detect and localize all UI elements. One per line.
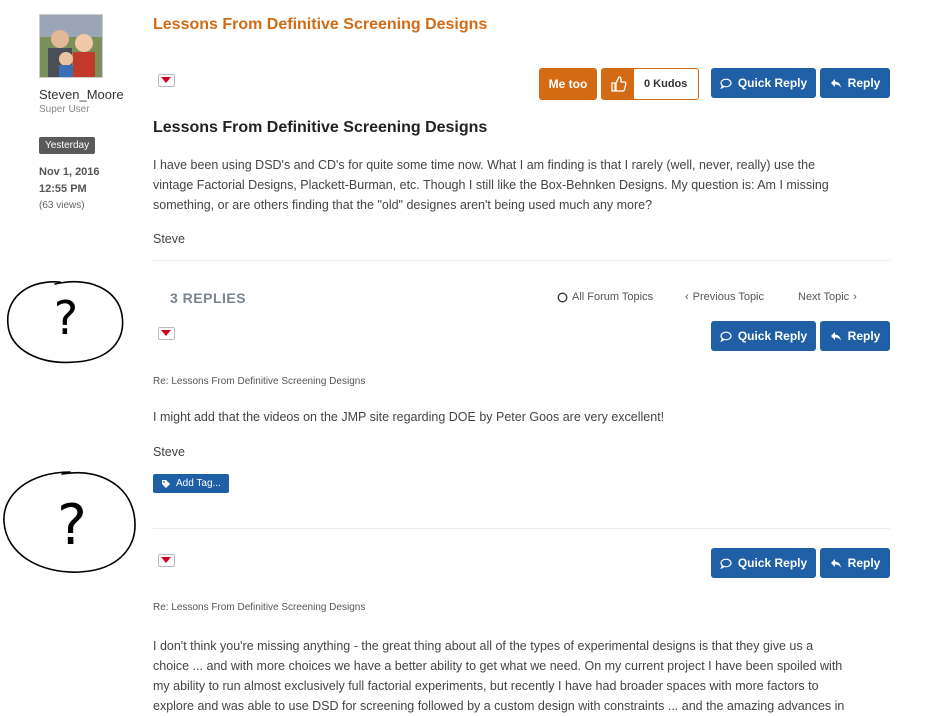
- me-too-button[interactable]: Me too: [539, 68, 597, 100]
- replies-count: 3 REPLIES: [170, 290, 247, 306]
- reply-button[interactable]: Reply: [820, 68, 890, 98]
- post-time: 12:55 PM: [39, 183, 87, 195]
- reply-arrow-icon: [830, 331, 841, 341]
- reply1-quick-reply-button[interactable]: Quick Reply: [711, 321, 816, 351]
- chat-bubble-icon: [720, 558, 732, 569]
- reply1-subject[interactable]: Re: Lessons From Definitive Screening De…: [153, 376, 365, 387]
- reply2-body: I don't think you're missing anything - …: [153, 636, 913, 716]
- divider: [153, 528, 890, 529]
- reply2-body-line: explore and was able to use DSD for scre…: [153, 699, 845, 713]
- quick-reply-label: Quick Reply: [737, 76, 808, 90]
- reply2-subject[interactable]: Re: Lessons From Definitive Screening De…: [153, 602, 365, 613]
- reply-arrow-icon: [830, 558, 841, 568]
- caret-down-icon: [161, 330, 171, 336]
- reply-arrow-icon: [830, 78, 841, 88]
- reply-label: Reply: [847, 556, 881, 570]
- reply1-options-menu[interactable]: [158, 327, 175, 340]
- author-username[interactable]: Steven_Moore: [39, 87, 124, 102]
- caret-down-icon: [161, 557, 171, 563]
- all-forum-topics-label: All Forum Topics: [572, 291, 654, 303]
- add-tag-label: Add Tag...: [176, 478, 221, 489]
- add-tag-button[interactable]: Add Tag...: [153, 474, 229, 493]
- post-signature: Steve: [153, 232, 185, 246]
- reply2-body-line: I don't think you're missing anything - …: [153, 639, 814, 653]
- question-mark-annotation-2: ?: [3, 471, 136, 573]
- post-body-line: vintage Factorial Designs, Plackett-Burm…: [153, 178, 829, 192]
- reply2-reply-button[interactable]: Reply: [820, 548, 890, 578]
- post-body: I have been using DSD's and CD's for qui…: [153, 155, 893, 215]
- all-forum-topics-link[interactable]: All Forum Topics: [557, 291, 653, 303]
- post-date: Nov 1, 2016: [39, 166, 100, 178]
- question-mark-glyph: ?: [57, 493, 87, 558]
- reply2-quick-reply-button[interactable]: Quick Reply: [711, 548, 816, 578]
- post-body-line: something, or are others finding that th…: [153, 198, 653, 212]
- date-badge: Yesterday: [39, 137, 96, 154]
- post-views: (63 views): [39, 200, 85, 211]
- topic-title[interactable]: Lessons From Definitive Screening Design…: [153, 16, 487, 34]
- thumbs-up-icon: [602, 69, 634, 99]
- post-body-line: I have been using DSD's and CD's for qui…: [153, 158, 816, 172]
- avatar[interactable]: [39, 14, 103, 78]
- kudos-count: 0 Kudos: [644, 78, 688, 90]
- previous-topic-link[interactable]: ‹ Previous Topic: [685, 291, 764, 303]
- reply1-signature: Steve: [153, 445, 185, 459]
- next-topic-link[interactable]: Next Topic ›: [798, 291, 857, 303]
- next-topic-label: Next Topic: [798, 291, 850, 303]
- reply-label: Reply: [847, 76, 881, 90]
- author-rank: Super User: [39, 104, 90, 115]
- chevron-right-icon: ›: [853, 291, 857, 303]
- kudos-button[interactable]: 0 Kudos: [601, 68, 699, 100]
- quick-reply-label: Quick Reply: [737, 556, 808, 570]
- tag-icon: [162, 479, 170, 488]
- circle-icon: [557, 292, 568, 302]
- post-options-menu[interactable]: [158, 74, 175, 87]
- chat-bubble-icon: [720, 78, 732, 89]
- reply1-reply-button[interactable]: Reply: [820, 321, 890, 351]
- post-subject: Lessons From Definitive Screening Design…: [153, 119, 488, 136]
- caret-down-icon: [161, 77, 171, 83]
- reply2-options-menu[interactable]: [158, 554, 175, 567]
- chevron-left-icon: ‹: [685, 291, 689, 303]
- quick-reply-label: Quick Reply: [737, 329, 808, 343]
- quick-reply-button[interactable]: Quick Reply: [711, 68, 816, 98]
- reply-label: Reply: [847, 329, 881, 343]
- reply1-body: I might add that the videos on the JMP s…: [153, 410, 665, 424]
- divider: [153, 260, 890, 261]
- reply2-body-line: my ability to run almost exclusively ful…: [153, 679, 819, 693]
- previous-topic-label: Previous Topic: [692, 291, 765, 303]
- reply2-body-line: choice ... and with more choices we have…: [153, 659, 843, 673]
- question-mark-annotation-1: ?: [6, 280, 124, 364]
- chat-bubble-icon: [720, 331, 732, 342]
- question-mark-glyph: ?: [54, 291, 78, 345]
